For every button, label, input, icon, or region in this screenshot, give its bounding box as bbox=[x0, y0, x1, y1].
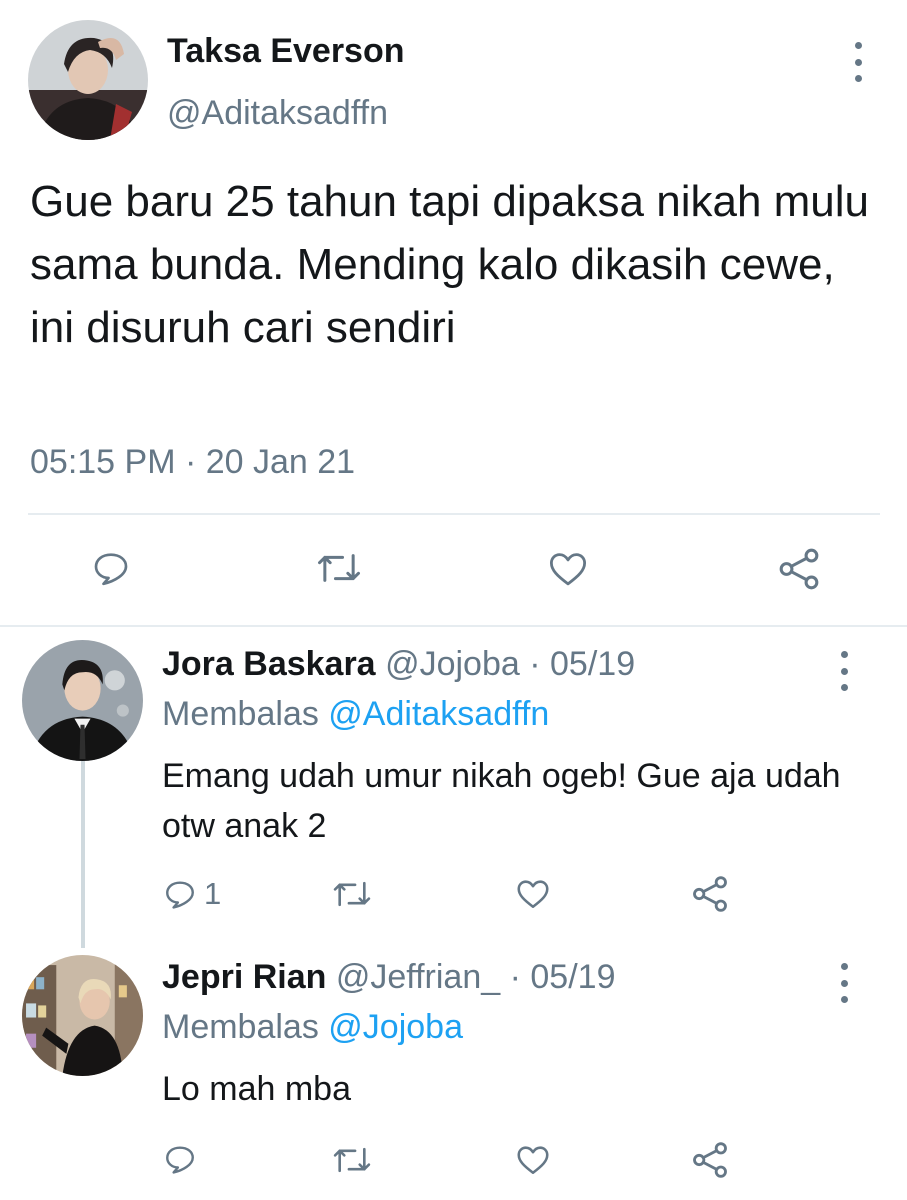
thread-connector-line bbox=[81, 760, 85, 948]
mention-link[interactable]: @Aditaksadffn bbox=[328, 695, 549, 733]
avatar-photo-icon bbox=[28, 20, 148, 140]
separator-dot: · bbox=[509, 958, 521, 996]
more-vertical-icon[interactable] bbox=[834, 963, 854, 1003]
share-icon bbox=[693, 1142, 727, 1178]
reply-icon bbox=[94, 553, 128, 586]
reply-avatar[interactable] bbox=[22, 640, 143, 761]
retweet-button[interactable] bbox=[316, 550, 362, 586]
like-button[interactable] bbox=[546, 548, 590, 590]
share-button[interactable] bbox=[776, 546, 822, 592]
like-button[interactable] bbox=[514, 876, 552, 912]
like-icon bbox=[517, 880, 549, 909]
more-vertical-icon[interactable] bbox=[848, 42, 868, 82]
reply-avatar[interactable] bbox=[22, 955, 143, 1076]
reply-date[interactable]: 05/19 bbox=[550, 645, 635, 683]
replying-to: Membalas @Jojoba bbox=[162, 1008, 463, 1047]
avatar-photo-icon bbox=[22, 955, 143, 1076]
reply-author-name[interactable]: Jora Baskara bbox=[162, 645, 376, 683]
like-button[interactable] bbox=[514, 1142, 552, 1178]
reply-text: Lo mah mba bbox=[162, 1070, 351, 1108]
reply-icon bbox=[166, 1146, 194, 1174]
share-icon bbox=[779, 548, 819, 590]
author-name[interactable]: Taksa Everson bbox=[167, 32, 405, 71]
reply-count: 1 bbox=[204, 876, 222, 911]
reply-button[interactable]: 1 bbox=[162, 876, 221, 912]
reply-text: Emang udah umur nikah ogeb! Gue aja udah… bbox=[162, 757, 841, 845]
reply-author-handle[interactable]: @Jeffrian_ bbox=[336, 958, 500, 996]
main-tweet: Taksa Everson @Aditaksadffn Gue baru 25 … bbox=[0, 0, 907, 625]
like-icon bbox=[549, 553, 587, 586]
author-handle[interactable]: @Aditaksadffn bbox=[167, 94, 388, 133]
reply-icon bbox=[166, 881, 194, 909]
reply-author-handle[interactable]: @Jojoba bbox=[385, 645, 520, 683]
retweet-button[interactable] bbox=[332, 878, 372, 910]
reply-header: Jora Baskara @Jojoba · 05/19 bbox=[162, 645, 635, 684]
thread-divider bbox=[0, 625, 907, 627]
share-icon bbox=[693, 876, 727, 912]
replying-label: Membalas bbox=[162, 1008, 319, 1046]
reply-author-name[interactable]: Jepri Rian bbox=[162, 958, 326, 996]
retweet-icon bbox=[333, 881, 371, 907]
retweet-icon bbox=[333, 1147, 371, 1173]
avatar-photo-icon bbox=[22, 640, 143, 761]
more-vertical-icon[interactable] bbox=[834, 651, 854, 691]
replying-to: Membalas @Aditaksadffn bbox=[162, 695, 549, 734]
share-button[interactable] bbox=[690, 874, 730, 914]
share-button[interactable] bbox=[690, 1140, 730, 1180]
tweet-timestamp[interactable]: 05:15 PM · 20 Jan 21 bbox=[30, 443, 355, 482]
separator-dot: · bbox=[529, 645, 541, 683]
divider bbox=[28, 513, 880, 515]
reply-header: Jepri Rian @Jeffrian_ · 05/19 bbox=[162, 958, 615, 997]
reply-date[interactable]: 05/19 bbox=[530, 958, 615, 996]
author-avatar[interactable] bbox=[28, 20, 148, 140]
retweet-button[interactable] bbox=[332, 1144, 372, 1176]
replying-label: Membalas bbox=[162, 695, 319, 733]
mention-link[interactable]: @Jojoba bbox=[328, 1008, 463, 1046]
like-icon bbox=[517, 1146, 549, 1175]
reply-button[interactable] bbox=[90, 548, 132, 588]
tweet-text: Gue baru 25 tahun tapi dipaksa nikah mul… bbox=[30, 177, 870, 352]
reply-button[interactable] bbox=[162, 1142, 204, 1176]
retweet-icon bbox=[318, 554, 360, 582]
